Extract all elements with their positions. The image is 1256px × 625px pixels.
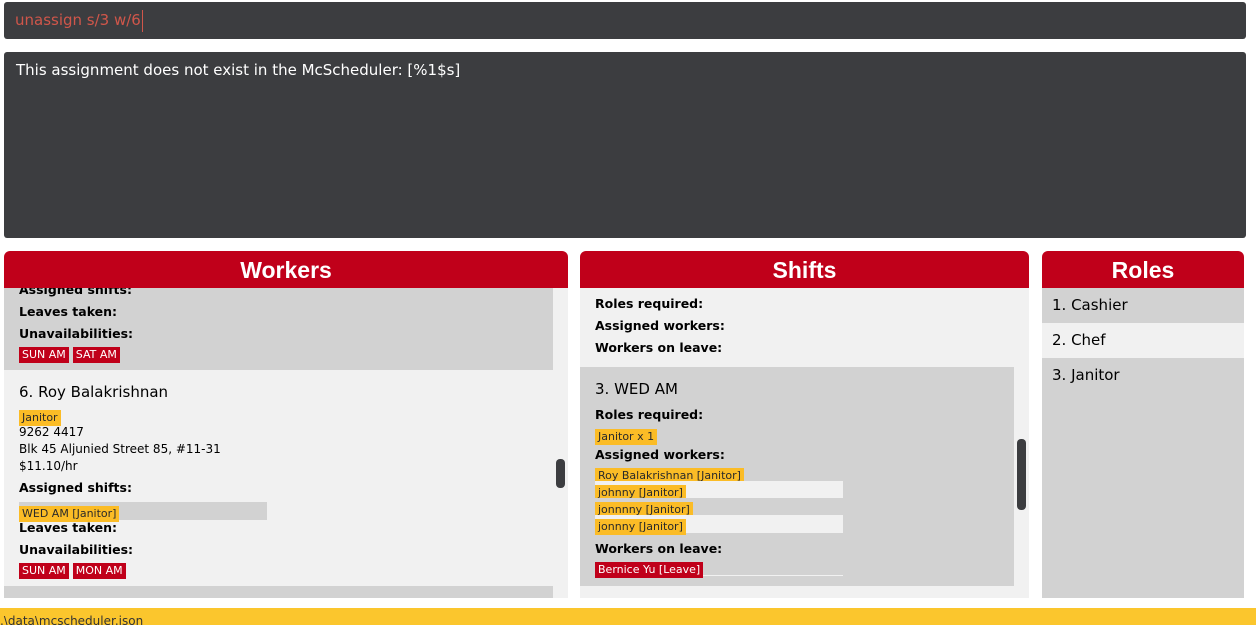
- assigned-worker-row: johnny [Janitor]: [595, 481, 843, 501]
- workers-on-leave-label: Workers on leave:: [595, 340, 723, 355]
- leaves-taken-label: Leaves taken:: [19, 520, 118, 535]
- unavailabilities-label: Unavailabilities:: [19, 326, 134, 341]
- worker-card[interactable]: [4, 586, 553, 598]
- unavailability-tag: SAT AM: [72, 347, 120, 363]
- role-item[interactable]: 1. Cashier: [1042, 288, 1244, 323]
- roles-panel: Roles 1. Cashier 2. Chef 3. Janitor: [1042, 251, 1244, 598]
- leaves-taken-label: Leaves taken:: [19, 304, 118, 319]
- command-text: unassign s/3 w/6: [15, 11, 141, 29]
- workers-scrollbar[interactable]: [556, 459, 565, 488]
- storage-path: .\data\mcscheduler.json: [0, 614, 144, 625]
- role-item[interactable]: 2. Chef: [1042, 323, 1244, 358]
- assigned-workers-label: Assigned workers:: [595, 318, 725, 333]
- shifts-panel: Shifts Roles required: Assigned workers:…: [580, 251, 1029, 598]
- shifts-title: Shifts: [580, 251, 1029, 288]
- unavailability-tag: SUN AM: [19, 347, 69, 363]
- worker-card[interactable]: 6. Roy Balakrishnan Janitor 9262 4417 Bl…: [4, 370, 553, 586]
- shift-card[interactable]: 3. WED AM Roles required: Janitor x 1 As…: [580, 367, 1014, 586]
- workers-list[interactable]: Assigned shifts: Leaves taken: Unavailab…: [4, 288, 568, 598]
- worker-pay: $11.10/hr: [19, 459, 78, 473]
- unavailability-tag: SUN AM: [19, 563, 69, 579]
- assigned-worker-row: Roy Balakrishnan [Janitor]: [595, 464, 843, 484]
- unavailability-tag: MON AM: [72, 563, 126, 579]
- role-tag: Janitor: [19, 410, 61, 426]
- unavailabilities-tags: SUN AM SAT AM: [19, 343, 124, 363]
- workers-on-leave-row: Bernice Yu [Leave]: [595, 558, 843, 578]
- command-input[interactable]: unassign s/3 w/6: [4, 2, 1246, 39]
- worker-name: 6. Roy Balakrishnan: [19, 383, 169, 401]
- workers-on-leave-label: Workers on leave:: [595, 541, 723, 556]
- result-message: This assignment does not exist in the Mc…: [16, 61, 461, 79]
- assigned-shifts-list: WED AM [Janitor]: [19, 502, 267, 522]
- assigned-worker-row: jonnnny [Janitor]: [595, 498, 843, 518]
- text-caret: [141, 9, 143, 32]
- role-item[interactable]: 3. Janitor: [1042, 358, 1244, 393]
- workers-title: Workers: [4, 251, 568, 288]
- shift-card[interactable]: Roles required: Assigned workers: Worker…: [580, 288, 1029, 367]
- result-display: This assignment does not exist in the Mc…: [4, 52, 1246, 238]
- roles-list[interactable]: 1. Cashier 2. Chef 3. Janitor: [1042, 288, 1244, 598]
- worker-address: Blk 45 Aljunied Street 85, #11-31: [19, 442, 221, 456]
- roles-required-label: Roles required:: [595, 407, 704, 422]
- worker-phone: 9262 4417: [19, 425, 84, 439]
- worker-card[interactable]: Assigned shifts: Leaves taken: Unavailab…: [4, 288, 553, 370]
- assigned-worker-tag: jonnny [Janitor]: [595, 519, 686, 535]
- roles-required-label: Roles required:: [595, 296, 704, 311]
- roles-title: Roles: [1042, 251, 1244, 288]
- shift-card[interactable]: [580, 586, 1029, 598]
- assigned-worker-row: jonnny [Janitor]: [595, 515, 843, 535]
- unavailabilities-tags: SUN AM MON AM: [19, 559, 130, 579]
- unavailabilities-label: Unavailabilities:: [19, 542, 134, 557]
- leave-tag: Bernice Yu [Leave]: [595, 562, 704, 578]
- status-bar: .\data\mcscheduler.json: [0, 608, 1256, 625]
- assigned-workers-label: Assigned workers:: [595, 447, 725, 462]
- shift-name: 3. WED AM: [595, 380, 678, 398]
- role-required-tag: Janitor x 1: [595, 429, 658, 445]
- assigned-shifts-label: Assigned shifts:: [19, 288, 132, 297]
- shifts-list[interactable]: Roles required: Assigned workers: Worker…: [580, 288, 1029, 598]
- assigned-shifts-label: Assigned shifts:: [19, 480, 132, 495]
- shifts-scrollbar[interactable]: [1017, 439, 1026, 510]
- workers-panel: Workers Assigned shifts: Leaves taken: U…: [4, 251, 568, 598]
